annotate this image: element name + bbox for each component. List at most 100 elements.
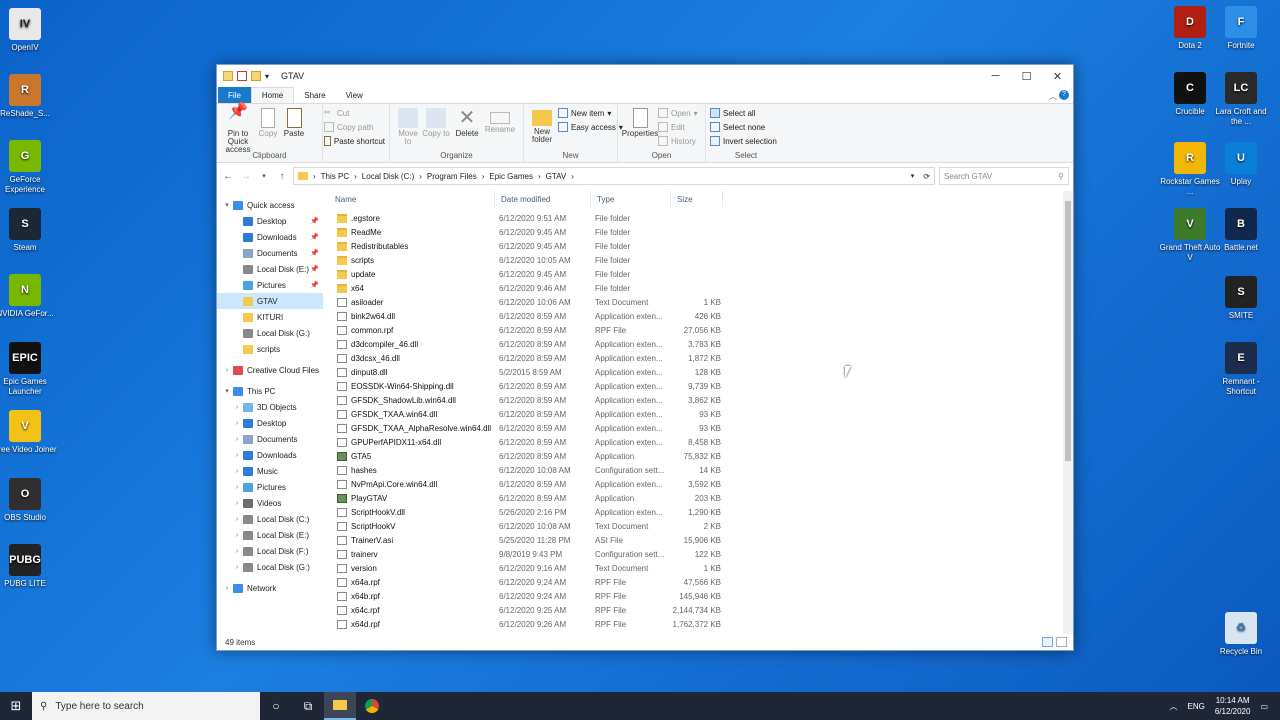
desktop-icon[interactable]: S Steam [0, 208, 57, 253]
details-view-button[interactable] [1042, 637, 1053, 647]
desktop-icon[interactable]: R ReShade_S... [0, 74, 57, 119]
desktop-icon[interactable]: EPIC Epic Games Launcher [0, 342, 57, 397]
table-row[interactable]: bink2w64.dll 6/12/2020 8:59 AM Application… [323, 309, 1073, 323]
nav-item[interactable]: › Music [217, 463, 323, 479]
nav-item[interactable]: ▾ Quick access [217, 197, 323, 213]
expand-icon[interactable]: ▾ [223, 387, 231, 395]
forward-button[interactable]: → [239, 171, 253, 182]
breadcrumb-item[interactable]: GTAV [546, 172, 567, 181]
copy-button[interactable]: Copy [255, 106, 281, 138]
refresh-icon[interactable]: ⟳ [919, 172, 934, 181]
desktop-icon[interactable]: F Fortnite [1209, 6, 1273, 51]
column-date[interactable]: Date modified [495, 191, 591, 207]
copy-path-button[interactable]: Copy path [324, 120, 385, 134]
table-row[interactable]: .egstore 6/12/2020 9:51 AM File folder [323, 211, 1073, 225]
open-button[interactable]: Open ▾ [658, 106, 698, 120]
file-explorer-taskbar-icon[interactable] [324, 692, 356, 720]
start-button[interactable]: ⊞ [0, 692, 32, 720]
easy-access-button[interactable]: Easy access ▾ [558, 120, 623, 134]
table-row[interactable]: GFSDK_TXAA.win64.dll 6/12/2020 8:59 AM App… [323, 407, 1073, 421]
table-row[interactable]: common.rpf 6/12/2020 8:59 AM RPF File 27,05… [323, 323, 1073, 337]
history-button[interactable]: History [658, 134, 698, 148]
breadcrumb-item[interactable]: Program Files [427, 172, 477, 181]
expand-icon[interactable]: › [233, 564, 241, 571]
table-row[interactable]: trainerv 9/8/2019 9:43 PM Configuration se… [323, 547, 1073, 561]
desktop-icon[interactable]: G GeForce Experience [0, 140, 57, 195]
pin-quick-access-button[interactable]: 📌 Pin to Quick access [221, 104, 255, 154]
nav-item[interactable]: › Documents [217, 431, 323, 447]
column-type[interactable]: Type [591, 191, 671, 207]
nav-item[interactable]: Local Disk (G:) [217, 325, 323, 341]
expand-icon[interactable]: › [233, 532, 241, 539]
expand-icon[interactable]: › [233, 420, 241, 427]
search-box[interactable]: Search GTAV ⚲ [939, 167, 1069, 185]
expand-icon[interactable]: › [223, 585, 231, 592]
chrome-taskbar-icon[interactable] [356, 692, 388, 720]
language-indicator[interactable]: ENG [1188, 702, 1205, 711]
nav-item[interactable]: › Downloads [217, 447, 323, 463]
nav-item[interactable]: Desktop 📌 [217, 213, 323, 229]
column-size[interactable]: Size [671, 191, 723, 207]
paste-button[interactable]: Paste [281, 106, 307, 138]
taskbar-search[interactable]: ⚲ Type here to search [32, 692, 260, 720]
desktop-icon[interactable]: PUBG PUBG LITE [0, 544, 57, 589]
move-to-button[interactable]: Move to [394, 106, 422, 146]
table-row[interactable]: GFSDK_TXAA_AlphaResolve.win64.dll 6/12/20… [323, 421, 1073, 435]
table-row[interactable]: GPUPerfAPIDX11-x64.dll 6/12/2020 8:59 AM A… [323, 435, 1073, 449]
address-bar[interactable]: › This PC › Local Disk (C:) › Program Files ›… [293, 167, 935, 185]
desktop-icon[interactable]: S SMITE [1209, 276, 1273, 321]
tab-view[interactable]: View [336, 87, 373, 103]
table-row[interactable]: x64b.rpf 6/12/2020 9:24 AM RPF File 145,946… [323, 589, 1073, 603]
chevron-up-icon[interactable]: ︿ [1170, 701, 1178, 712]
task-view-icon[interactable]: ⧉ [292, 692, 324, 720]
table-row[interactable]: ScriptHookV.dll 5/26/2020 2:16 PM Applicat… [323, 505, 1073, 519]
breadcrumb-chevron-icon[interactable]: › [538, 172, 541, 181]
tab-home[interactable]: Home [250, 87, 295, 103]
table-row[interactable]: ReadMe 6/12/2020 9:45 AM File folder [323, 225, 1073, 239]
cut-button[interactable]: ✂ Cut [324, 106, 385, 120]
table-row[interactable]: Redistributables 6/12/2020 9:45 AM File fo… [323, 239, 1073, 253]
breadcrumb-chevron-icon[interactable]: › [482, 172, 485, 181]
minimize-button[interactable]: ─ [980, 65, 1011, 87]
table-row[interactable]: x64a.rpf 6/12/2020 9:24 AM RPF File 47,566 … [323, 575, 1073, 589]
back-button[interactable]: ← [221, 171, 235, 182]
table-row[interactable]: GTA5 6/12/2020 8:59 AM Application 75,832 K… [323, 449, 1073, 463]
desktop-icon[interactable]: N NVIDIA GeFor... [0, 274, 57, 319]
desktop-icon[interactable]: V Free Video Joiner [0, 410, 57, 455]
table-row[interactable]: ScriptHookV 6/12/2020 10:08 AM Text Docume… [323, 519, 1073, 533]
copy-to-button[interactable]: Copy to [422, 106, 450, 138]
nav-item[interactable]: Local Disk (E:) 📌 [217, 261, 323, 277]
table-row[interactable]: x64c.rpf 6/12/2020 9:25 AM RPF File 2,144,7… [323, 603, 1073, 617]
expand-icon[interactable]: › [233, 404, 241, 411]
scrollbar-thumb[interactable] [1065, 201, 1071, 461]
vertical-scrollbar[interactable] [1063, 191, 1073, 634]
nav-item[interactable]: › Network [217, 580, 323, 596]
nav-item[interactable]: › Pictures [217, 479, 323, 495]
new-folder-qat-icon[interactable] [251, 71, 261, 81]
help-icon[interactable]: ? [1059, 90, 1069, 100]
new-item-button[interactable]: New item ▾ [558, 106, 623, 120]
breadcrumb-item[interactable]: This PC [321, 172, 349, 181]
address-dropdown-icon[interactable]: ▾ [911, 172, 915, 180]
cortana-icon[interactable]: ○ [260, 692, 292, 720]
large-icons-view-button[interactable] [1056, 637, 1067, 647]
table-row[interactable]: GFSDK_ShadowLib.win64.dll 6/12/2020 8:59 … [323, 393, 1073, 407]
expand-icon[interactable]: ▾ [223, 201, 231, 209]
desktop-icon[interactable]: B Battle.net [1209, 208, 1273, 253]
clock[interactable]: 10:14 AM 6/12/2020 [1215, 695, 1251, 717]
desktop-icon[interactable]: E Remnant - Shortcut [1209, 342, 1273, 397]
desktop-icon[interactable]: IV OpenIV [0, 8, 57, 53]
expand-icon[interactable]: › [233, 468, 241, 475]
qat-dropdown-icon[interactable]: ▾ [265, 72, 269, 81]
breadcrumb-chevron-icon[interactable]: › [419, 172, 422, 181]
table-row[interactable]: EOSSDK-Win64-Shipping.dll 6/12/2020 8:59 … [323, 379, 1073, 393]
select-none-button[interactable]: Select none [710, 120, 782, 134]
delete-button[interactable]: ✕ Delete [450, 106, 484, 138]
nav-item[interactable]: › Local Disk (F:) [217, 543, 323, 559]
table-row[interactable]: dinput8.dll 5/2/2015 8:59 AM Application e… [323, 365, 1073, 379]
table-row[interactable]: scripts 6/12/2020 10:05 AM File folder [323, 253, 1073, 267]
table-row[interactable]: hashes 6/12/2020 10:08 AM Configuration se… [323, 463, 1073, 477]
nav-item[interactable]: Pictures 📌 [217, 277, 323, 293]
properties-button[interactable]: Properties [622, 106, 658, 138]
close-button[interactable]: ✕ [1042, 65, 1073, 87]
